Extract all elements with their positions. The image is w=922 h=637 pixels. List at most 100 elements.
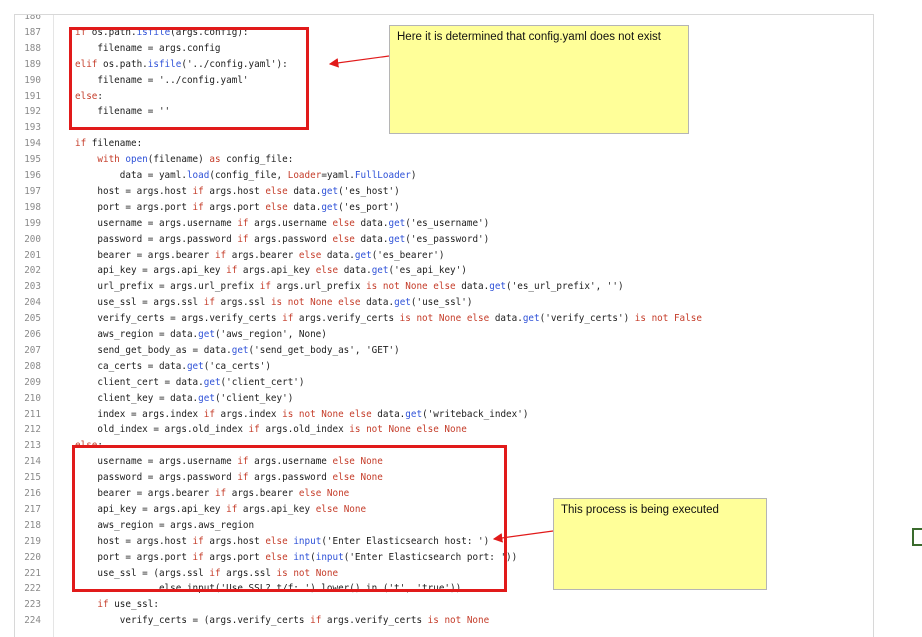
code-token: data. — [455, 281, 490, 293]
code-line: 223 if use_ssl: — [15, 597, 873, 613]
line-number: 223 — [24, 599, 41, 611]
code-token: load — [186, 170, 210, 181]
code-token: else — [298, 249, 322, 261]
line-number: 224 — [24, 615, 41, 627]
code-text: password = args.password if args.passwor… — [75, 232, 489, 248]
line-number: 217 — [24, 503, 41, 515]
code-token: get — [489, 281, 507, 293]
code-token: args.bearer — [226, 249, 299, 261]
code-token: data. — [489, 313, 523, 325]
code-token: if — [75, 138, 87, 150]
code-token: use_ssl = args.ssl — [75, 297, 204, 309]
line-number: 196 — [24, 170, 41, 181]
note-process-executed-text: This process is being executed — [561, 504, 719, 516]
code-token: get — [354, 249, 372, 261]
line-number: 210 — [24, 392, 41, 404]
callout-box-else-branch — [72, 445, 507, 592]
code-line: 212 old_index = args.old_index if args.o… — [15, 422, 873, 438]
code-token: get — [388, 233, 406, 245]
code-text: if use_ssl: — [75, 597, 159, 613]
code-token: if — [192, 185, 204, 197]
code-token: verify_certs = (args.verify_certs — [75, 615, 311, 627]
code-text: with open(filename) as config_file: — [75, 152, 293, 168]
line-number: 219 — [24, 535, 41, 547]
code-line: 205 verify_certs = args.verify_certs if … — [15, 311, 873, 327]
code-token: data. — [360, 297, 395, 309]
code-text: host = args.host if args.host else data.… — [75, 184, 400, 200]
code-token: if — [310, 615, 322, 627]
code-token: is not None else None — [349, 424, 467, 436]
code-line: 195 with open(filename) as config_file: — [15, 152, 873, 168]
code-token: (config_file, — [209, 170, 288, 181]
code-token: username = args.username — [75, 217, 238, 229]
line-number: 207 — [24, 344, 41, 356]
line-number: 203 — [24, 281, 41, 293]
code-token: args.port — [203, 201, 266, 213]
code-line: 210 client_key = data.get('client_key') — [15, 391, 873, 407]
line-number: 220 — [24, 551, 41, 563]
code-token: is not None else — [366, 281, 456, 293]
code-line: 209 client_cert = data.get('client_cert'… — [15, 375, 873, 391]
code-text: username = args.username if args.usernam… — [75, 216, 489, 232]
line-number: 221 — [24, 567, 41, 579]
code-line: 200 password = args.password if args.pas… — [15, 232, 873, 248]
code-token: get — [405, 408, 423, 420]
code-token: data. — [338, 265, 372, 277]
code-token: host = args.host — [75, 185, 193, 197]
code-text: api_key = args.api_key if args.api_key e… — [75, 263, 466, 279]
code-token: ('es_host') — [338, 185, 400, 197]
code-token: args.username — [248, 217, 333, 229]
code-token: url_prefix = args.url_prefix — [75, 281, 260, 293]
code-token: args.verify_certs — [321, 615, 428, 627]
code-token: FullLoader — [354, 170, 411, 181]
line-number: 190 — [24, 74, 41, 86]
line-number: 209 — [24, 376, 41, 388]
line-number: 189 — [24, 58, 41, 70]
code-token: data. — [354, 233, 389, 245]
line-number: 201 — [24, 249, 41, 261]
code-token: args.verify_certs — [293, 313, 400, 325]
code-token: ('es_url_prefix', '') — [506, 281, 624, 293]
code-token: get — [371, 265, 389, 277]
line-number: 197 — [24, 185, 41, 197]
code-text: client_key = data.get('client_key') — [75, 391, 293, 407]
code-token: ('writeback_index') — [422, 408, 529, 420]
code-token: =yaml. — [321, 170, 355, 181]
code-line: 208 ca_certs = data.get('ca_certs') — [15, 359, 873, 375]
code-token: else — [332, 233, 355, 245]
line-number: 206 — [24, 329, 41, 340]
callout-box-config-check — [69, 27, 309, 130]
code-line: 194 if filename: — [15, 136, 873, 152]
code-token: if — [282, 313, 294, 325]
code-token: if — [203, 297, 215, 309]
code-token: if — [97, 599, 109, 611]
code-token: is not None else — [399, 313, 490, 325]
code-token: get — [321, 185, 339, 197]
code-token: get — [203, 376, 221, 388]
code-token: ('client_cert') — [220, 376, 305, 388]
code-token: is not False — [634, 313, 702, 325]
code-token: ) — [410, 170, 417, 181]
code-text: bearer = args.bearer if args.bearer else… — [75, 248, 444, 264]
code-text: index = args.index if args.index is not … — [75, 407, 528, 423]
code-token: ('es_password') — [405, 233, 490, 245]
line-number: 195 — [24, 154, 41, 166]
code-token: ('es_bearer') — [371, 249, 445, 261]
code-token: args.index — [214, 408, 283, 420]
code-token: password = args.password — [75, 233, 238, 245]
code-token: get — [321, 201, 339, 213]
code-token: if — [237, 233, 249, 245]
code-token: data. — [321, 249, 355, 261]
code-token: if — [237, 217, 249, 229]
code-token: bearer = args.bearer — [75, 249, 215, 261]
code-token: data. — [287, 201, 322, 213]
code-text: data = yaml.load(config_file, Loader=yam… — [75, 168, 417, 184]
code-token: else — [332, 217, 355, 229]
line-number: 208 — [24, 360, 41, 372]
code-text: verify_certs = args.verify_certs if args… — [75, 311, 702, 327]
line-number: 205 — [24, 313, 41, 325]
code-token: as — [209, 154, 221, 166]
line-number: 188 — [24, 42, 41, 54]
code-token: ('es_port') — [338, 201, 400, 213]
